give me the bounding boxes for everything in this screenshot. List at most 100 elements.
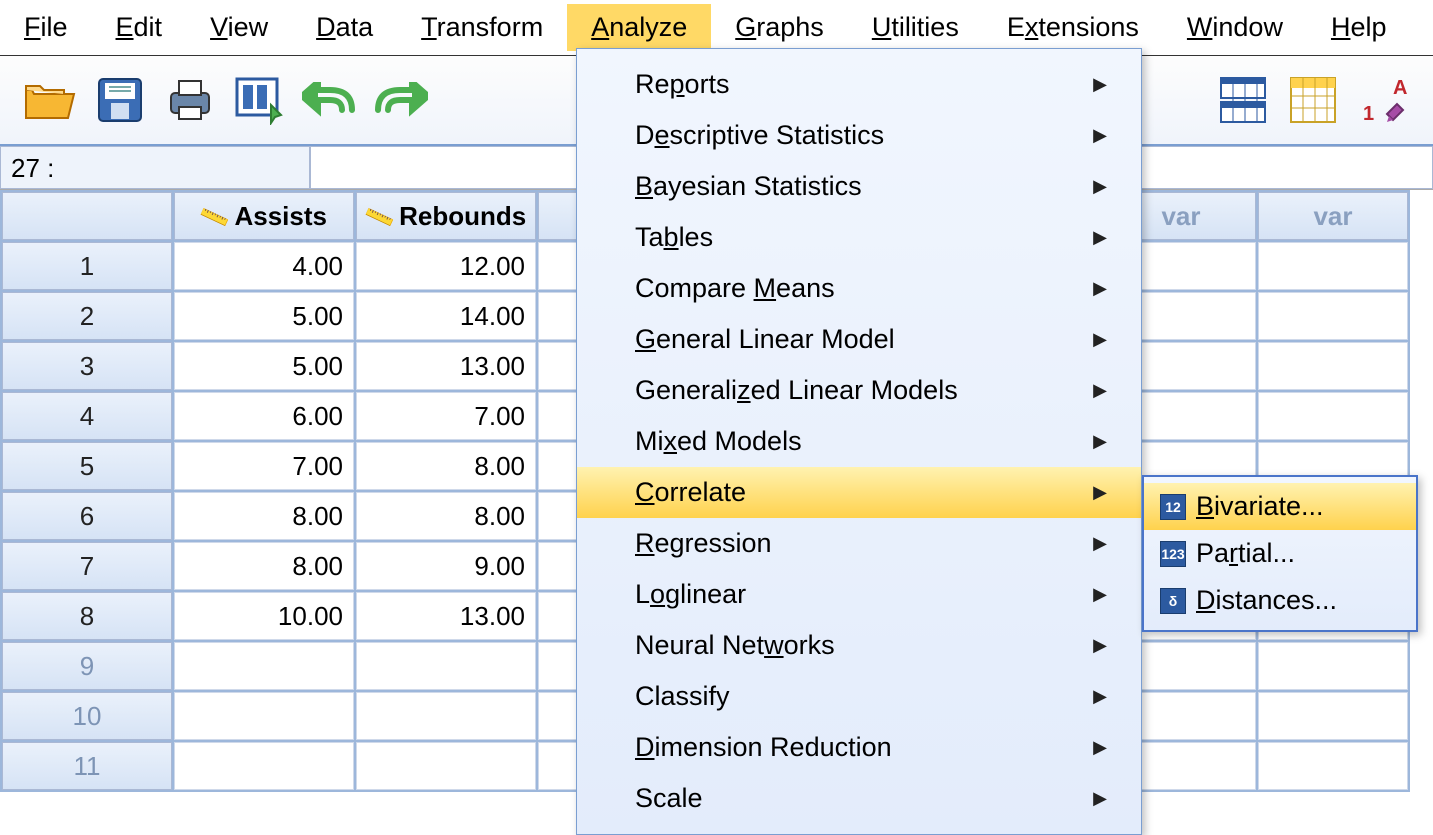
submenu-arrow-icon: ▶	[1093, 176, 1107, 197]
row-header[interactable]: 1	[2, 242, 172, 290]
row-header[interactable]: 5	[2, 442, 172, 490]
data-cell[interactable]	[174, 692, 354, 740]
menu-item-compare-means[interactable]: Compare Means▶	[577, 263, 1141, 314]
data-cell[interactable]: 7.00	[356, 392, 536, 440]
print-icon[interactable]	[160, 70, 220, 130]
menu-item-dimension-reduction[interactable]: Dimension Reduction▶	[577, 722, 1141, 773]
svg-text:A: A	[1393, 77, 1407, 99]
submenu-arrow-icon: ▶	[1093, 278, 1107, 299]
data-cell[interactable]	[356, 692, 536, 740]
data-cell[interactable]	[1258, 292, 1408, 340]
row-header[interactable]: 2	[2, 292, 172, 340]
submenu-arrow-icon: ▶	[1093, 686, 1107, 707]
undo-icon[interactable]	[300, 70, 360, 130]
submenu-arrow-icon: ▶	[1093, 737, 1107, 758]
data-cell[interactable]: 6.00	[174, 392, 354, 440]
row-header[interactable]: 6	[2, 492, 172, 540]
data-cell[interactable]: 9.00	[356, 542, 536, 590]
data-cell[interactable]: 10.00	[174, 592, 354, 640]
col-assists[interactable]: 📏Assists	[174, 192, 354, 240]
menu-item-generalized-linear-models[interactable]: Generalized Linear Models▶	[577, 365, 1141, 416]
data-cell[interactable]	[174, 742, 354, 790]
submenu-arrow-icon: ▶	[1093, 380, 1107, 401]
submenu-arrow-icon: ▶	[1093, 431, 1107, 452]
data-cell[interactable]	[1258, 242, 1408, 290]
menu-item-bayesian-statistics[interactable]: Bayesian Statistics▶	[577, 161, 1141, 212]
menu-utilities[interactable]: Utilities	[848, 4, 983, 51]
data-cell[interactable]	[1258, 642, 1408, 690]
menu-item-regression[interactable]: Regression▶	[577, 518, 1141, 569]
row-header[interactable]: 3	[2, 342, 172, 390]
menu-item-classify[interactable]: Classify▶	[577, 671, 1141, 722]
submenu-arrow-icon: ▶	[1093, 329, 1107, 350]
row-header[interactable]: 8	[2, 592, 172, 640]
submenu-icon: 123	[1160, 541, 1186, 567]
menu-view[interactable]: View	[186, 4, 292, 51]
row-header[interactable]: 9	[2, 642, 172, 690]
analyze-menu: Reports▶Descriptive Statistics▶Bayesian …	[576, 48, 1142, 835]
menu-file[interactable]: File	[0, 4, 92, 51]
data-cell[interactable]: 8.00	[356, 442, 536, 490]
data-cell[interactable]	[356, 642, 536, 690]
submenu-arrow-icon: ▶	[1093, 635, 1107, 656]
data-cell[interactable]: 14.00	[356, 292, 536, 340]
data-cell[interactable]	[1258, 342, 1408, 390]
menu-transform[interactable]: Transform	[397, 4, 567, 51]
submenu-item-bivariate...[interactable]: 12Bivariate...	[1144, 483, 1416, 530]
row-header[interactable]: 4	[2, 392, 172, 440]
menu-item-mixed-models[interactable]: Mixed Models▶	[577, 416, 1141, 467]
menu-analyze[interactable]: Analyze	[567, 4, 711, 51]
save-icon[interactable]	[90, 70, 150, 130]
data-cell[interactable]: 13.00	[356, 342, 536, 390]
menu-data[interactable]: Data	[292, 4, 397, 51]
col-empty[interactable]: var	[1258, 192, 1408, 240]
data-cell[interactable]	[356, 742, 536, 790]
data-cell[interactable]: 8.00	[174, 492, 354, 540]
menu-help[interactable]: Help	[1307, 4, 1411, 51]
menu-item-general-linear-model[interactable]: General Linear Model▶	[577, 314, 1141, 365]
menu-edit[interactable]: Edit	[92, 4, 187, 51]
col-rebounds[interactable]: 📏Rebounds	[356, 192, 536, 240]
data-cell[interactable]	[1258, 742, 1408, 790]
row-header[interactable]: 10	[2, 692, 172, 740]
row-header[interactable]: 11	[2, 742, 172, 790]
menu-item-reports[interactable]: Reports▶	[577, 59, 1141, 110]
data-cell[interactable]: 12.00	[356, 242, 536, 290]
data-cell[interactable]: 7.00	[174, 442, 354, 490]
recall-dialog-icon[interactable]	[230, 70, 290, 130]
menu-extensions[interactable]: Extensions	[983, 4, 1163, 51]
open-icon[interactable]	[20, 70, 80, 130]
data-cell[interactable]	[1258, 692, 1408, 740]
submenu-arrow-icon: ▶	[1093, 125, 1107, 146]
submenu-icon: δ	[1160, 588, 1186, 614]
labels-icon[interactable]: A1	[1353, 70, 1413, 130]
data-cell[interactable]: 8.00	[356, 492, 536, 540]
data-cell[interactable]	[174, 642, 354, 690]
data-cell[interactable]: 5.00	[174, 292, 354, 340]
submenu-arrow-icon: ▶	[1093, 74, 1107, 95]
menu-graphs[interactable]: Graphs	[711, 4, 848, 51]
menu-item-neural-networks[interactable]: Neural Networks▶	[577, 620, 1141, 671]
row-header[interactable]: 7	[2, 542, 172, 590]
menu-item-loglinear[interactable]: Loglinear▶	[577, 569, 1141, 620]
values-icon[interactable]	[1283, 70, 1343, 130]
table-corner[interactable]	[2, 192, 172, 240]
data-cell[interactable]: 13.00	[356, 592, 536, 640]
menu-item-tables[interactable]: Tables▶	[577, 212, 1141, 263]
menu-item-correlate[interactable]: Correlate▶	[577, 467, 1141, 518]
cell-reference-label: 27 :	[0, 146, 310, 189]
menu-item-scale[interactable]: Scale▶	[577, 773, 1141, 824]
data-cell[interactable]: 8.00	[174, 542, 354, 590]
data-cell[interactable]: 4.00	[174, 242, 354, 290]
variables-icon[interactable]	[1213, 70, 1273, 130]
submenu-item-distances...[interactable]: δDistances...	[1144, 577, 1416, 624]
submenu-arrow-icon: ▶	[1093, 788, 1107, 809]
submenu-arrow-icon: ▶	[1093, 482, 1107, 503]
menu-window[interactable]: Window	[1163, 4, 1307, 51]
menu-item-descriptive-statistics[interactable]: Descriptive Statistics▶	[577, 110, 1141, 161]
redo-icon[interactable]	[370, 70, 430, 130]
data-cell[interactable]: 5.00	[174, 342, 354, 390]
data-cell[interactable]	[1258, 392, 1408, 440]
submenu-arrow-icon: ▶	[1093, 533, 1107, 554]
submenu-item-partial...[interactable]: 123Partial...	[1144, 530, 1416, 577]
